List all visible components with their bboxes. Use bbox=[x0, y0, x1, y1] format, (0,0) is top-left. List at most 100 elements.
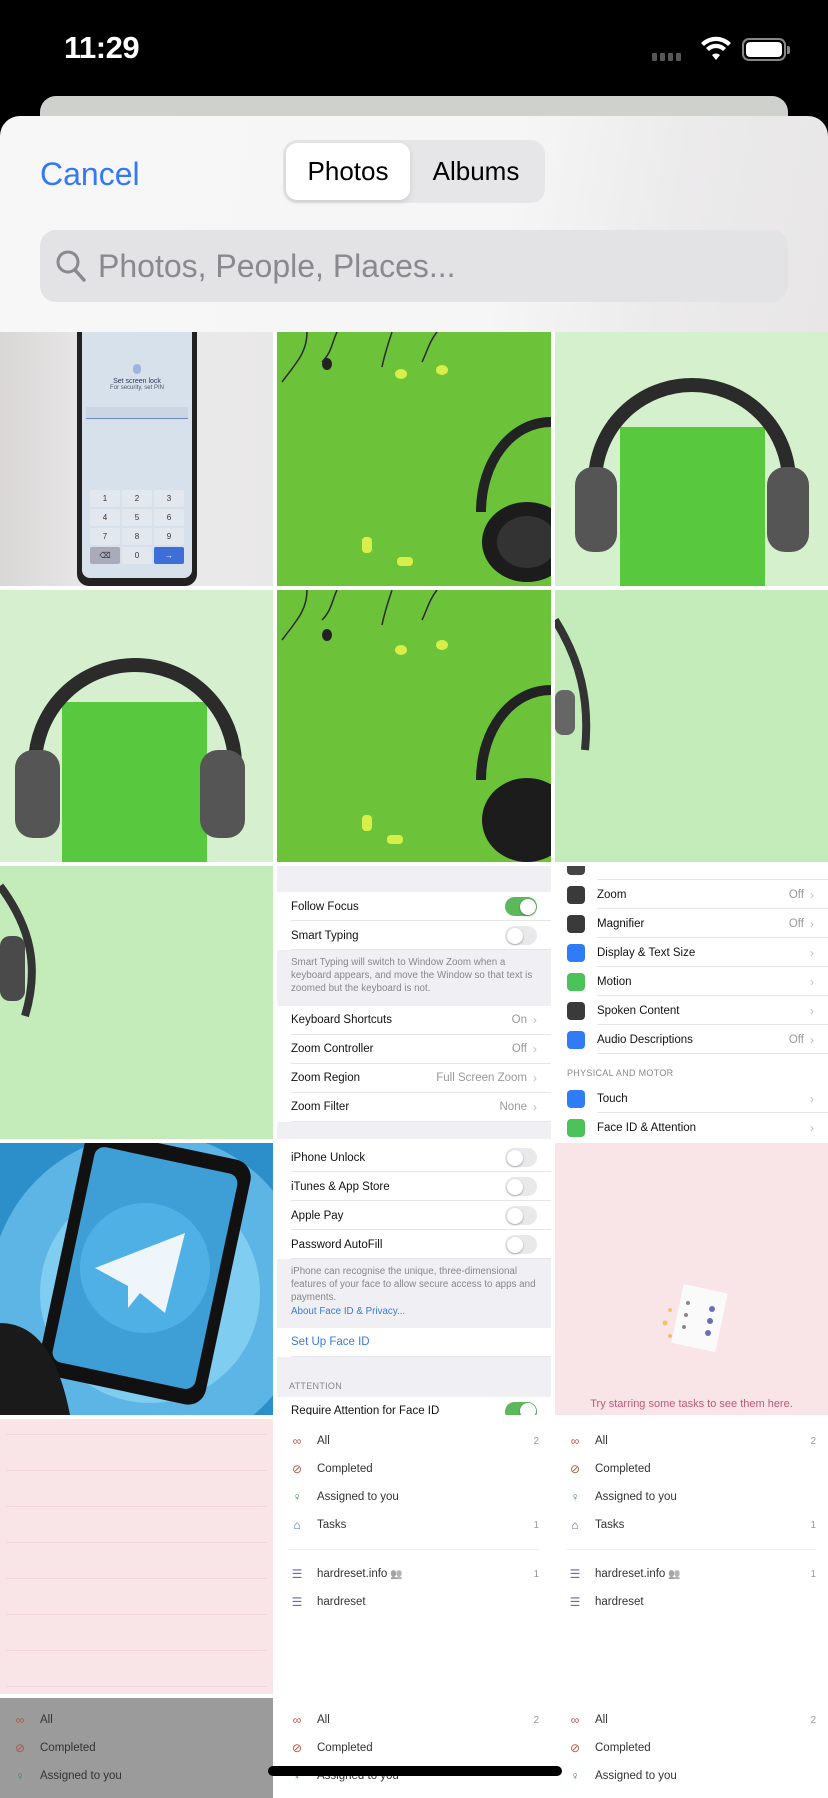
settings-row[interactable]: Password AutoFill bbox=[277, 1230, 551, 1259]
person-icon: ♀ bbox=[15, 1769, 25, 1783]
settings-row[interactable]: Zoom Controller Off › bbox=[277, 1034, 551, 1064]
list-item[interactable]: ⌂ Tasks 1 bbox=[289, 1511, 539, 1539]
toggle-switch[interactable] bbox=[505, 1235, 537, 1254]
photo-earbuds-headphones[interactable] bbox=[277, 332, 551, 586]
search-field[interactable] bbox=[40, 230, 788, 302]
home-indicator[interactable] bbox=[268, 1766, 562, 1776]
starred-empty-view: Try starring some tasks to see them here… bbox=[555, 1143, 828, 1415]
list-item[interactable]: ⊘ Completed bbox=[289, 1734, 539, 1762]
keypad-key: 9 bbox=[154, 528, 184, 545]
row-label: Audio Descriptions bbox=[597, 1033, 693, 1046]
settings-row[interactable]: Audio Descriptions Off › bbox=[555, 1025, 828, 1054]
touch-icon bbox=[567, 1089, 585, 1108]
row-label: iTunes & App Store bbox=[291, 1180, 390, 1193]
list-icon: ☰ bbox=[291, 1595, 303, 1609]
tab-albums[interactable]: Albums bbox=[410, 143, 542, 200]
screenshot-task-list-2[interactable]: ∞ All 2 ⊘ Completed ♀ Assigned to you ⌂ Tasks 1 ☰ h… bbox=[555, 1419, 828, 1694]
screenshot-accessibility-settings[interactable]: Zoom Off › Magnifier Off › Display & Text Size… bbox=[555, 866, 828, 1139]
toggle-switch[interactable] bbox=[505, 1177, 537, 1196]
chevron-right-icon: › bbox=[533, 1071, 537, 1086]
list-item[interactable]: ☰ hardreset bbox=[289, 1588, 539, 1616]
screenshot-task-list-4[interactable]: ∞ All 2 ⊘ Completed ♀ Assigned to you bbox=[555, 1698, 828, 1798]
photo-picker-header: Cancel Photos Albums bbox=[0, 116, 828, 332]
toggle-switch[interactable] bbox=[505, 897, 537, 916]
settings-row[interactable]: Motion › bbox=[555, 967, 828, 996]
row-label: Motion bbox=[597, 975, 632, 988]
screenshot-faceid-settings[interactable]: iPhone Unlock iTunes & App Store Apple Pay… bbox=[277, 1143, 551, 1415]
list-icon: ☰ bbox=[569, 1567, 581, 1581]
settings-row[interactable]: Keyboard Shortcuts On › bbox=[277, 1005, 551, 1035]
screenshot-task-list[interactable]: ∞ All 2 ⊘ Completed ♀ Assigned to you ⌂ Tasks 1 ☰ h… bbox=[277, 1419, 551, 1694]
chevron-right-icon: › bbox=[533, 1100, 537, 1115]
list-item[interactable]: ⊘ Completed bbox=[289, 1455, 539, 1483]
search-input[interactable] bbox=[98, 247, 698, 285]
list-item[interactable]: ∞ All 2 bbox=[289, 1427, 539, 1455]
settings-row[interactable]: Follow Focus bbox=[277, 892, 551, 921]
about-link[interactable]: About Face ID & Privacy... bbox=[291, 1305, 537, 1318]
toggle-switch[interactable] bbox=[505, 926, 537, 945]
list-item[interactable]: ∞ All 2 bbox=[567, 1427, 816, 1455]
photo-telegram-phone[interactable] bbox=[0, 1143, 273, 1415]
photo-earbuds-headphones-2[interactable] bbox=[277, 590, 551, 862]
check-circle-icon: ⊘ bbox=[14, 1741, 26, 1755]
chevron-right-icon: › bbox=[810, 1120, 814, 1135]
settings-row[interactable]: Magnifier Off › bbox=[555, 909, 828, 938]
settings-row[interactable]: Require Attention for Face ID bbox=[277, 1396, 551, 1415]
settings-row[interactable]: Smart Typing bbox=[277, 921, 551, 950]
row-value: None bbox=[499, 1101, 528, 1114]
list-item[interactable]: ☰ hardreset bbox=[567, 1588, 816, 1616]
row-label: Password AutoFill bbox=[291, 1238, 383, 1251]
photo-headphones-green-book-2[interactable] bbox=[0, 590, 273, 862]
settings-row[interactable]: iPhone Unlock bbox=[277, 1143, 551, 1172]
settings-row[interactable]: Zoom Filter None › bbox=[277, 1092, 551, 1122]
text-size-icon bbox=[567, 943, 585, 962]
list-item-count: 2 bbox=[810, 1714, 816, 1726]
list-item[interactable]: ♀ Assigned to you bbox=[12, 1762, 261, 1790]
photo-phone-lock-screen[interactable]: Set screen lock For security, set PIN 12… bbox=[0, 332, 273, 586]
settings-row[interactable]: Apple Pay bbox=[277, 1201, 551, 1230]
list-item[interactable]: ♀ Assigned to you bbox=[567, 1483, 816, 1511]
list-item[interactable]: ♀ Assigned to you bbox=[289, 1483, 539, 1511]
phone-keypad: 1 2 3 4 5 6 7 8 9 ⌫ 0 → bbox=[90, 490, 184, 564]
cancel-button[interactable]: Cancel bbox=[40, 156, 140, 193]
toggle-switch[interactable] bbox=[505, 1148, 537, 1167]
keypad-key: 1 bbox=[90, 490, 120, 507]
toggle-switch[interactable] bbox=[505, 1401, 537, 1415]
list-item[interactable]: ⊘ Completed bbox=[567, 1734, 816, 1762]
list-icon: ☰ bbox=[569, 1595, 581, 1609]
settings-row[interactable]: Display & Text Size › bbox=[555, 938, 828, 967]
list-item-label: Completed bbox=[595, 1463, 651, 1475]
settings-row[interactable]: Spoken Content › bbox=[555, 996, 828, 1025]
list-item[interactable]: ∞ All 2 bbox=[289, 1706, 539, 1734]
list-item[interactable]: ∞ All 2 bbox=[567, 1706, 816, 1734]
status-bar: 11:29 bbox=[0, 0, 828, 100]
list-item[interactable]: ☰ hardreset.info 👥 1 bbox=[289, 1560, 539, 1588]
list-item[interactable]: ⊘ Completed bbox=[12, 1734, 261, 1762]
photo-headphones-edge[interactable] bbox=[555, 590, 828, 862]
list-item[interactable]: ∞ All 2 bbox=[12, 1706, 261, 1734]
screenshot-starred-empty[interactable]: Try starring some tasks to see them here… bbox=[555, 1143, 828, 1415]
chevron-right-icon: › bbox=[810, 1003, 814, 1018]
screenshot-task-list-dimmed[interactable]: ∞ All 2 ⊘ Completed ♀ Assigned to you bbox=[0, 1698, 273, 1798]
chevron-right-icon: › bbox=[533, 1013, 537, 1028]
list-item[interactable]: ⊘ Completed bbox=[567, 1455, 816, 1483]
list-item[interactable]: ☰ hardreset.info 👥 1 bbox=[567, 1560, 816, 1588]
list-item[interactable]: ♀ Assigned to you bbox=[567, 1762, 816, 1790]
tab-photos[interactable]: Photos bbox=[286, 143, 410, 200]
photo-headphones-green-book[interactable] bbox=[555, 332, 828, 586]
settings-row[interactable]: iTunes & App Store bbox=[277, 1172, 551, 1201]
infinity-icon: ∞ bbox=[292, 1713, 302, 1727]
settings-row[interactable]: Touch › bbox=[555, 1084, 828, 1113]
settings-row[interactable]: Zoom Off › bbox=[555, 880, 828, 909]
set-up-face-id-row[interactable]: Set Up Face ID bbox=[277, 1327, 551, 1357]
list-item[interactable]: ⌂ Tasks 1 bbox=[567, 1511, 816, 1539]
screenshot-pink-lines[interactable] bbox=[0, 1419, 273, 1694]
toggle-switch[interactable] bbox=[505, 1206, 537, 1225]
row-value: Off bbox=[788, 1033, 804, 1046]
photo-headphones-edge-2[interactable] bbox=[0, 866, 273, 1139]
settings-row[interactable] bbox=[555, 866, 828, 880]
settings-row[interactable]: Zoom Region Full Screen Zoom › bbox=[277, 1063, 551, 1093]
settings-row[interactable]: Face ID & Attention › bbox=[555, 1113, 828, 1139]
screenshot-zoom-settings[interactable]: Follow Focus Smart Typing Smart Typing wil… bbox=[277, 866, 551, 1139]
screenshot-task-list-3[interactable]: ∞ All 2 ⊘ Completed ♀ Assigned to you bbox=[277, 1698, 551, 1798]
